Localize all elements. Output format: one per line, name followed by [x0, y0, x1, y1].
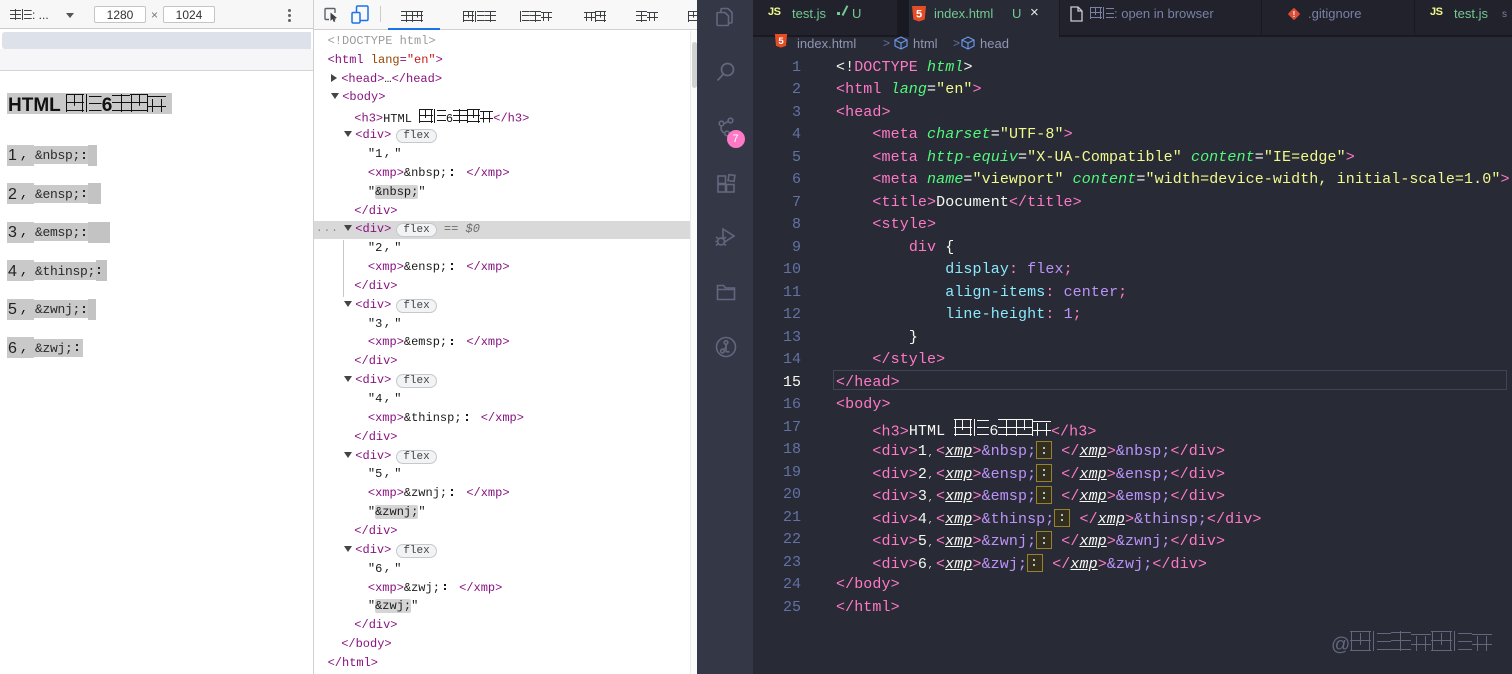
svg-text:5: 5 — [778, 36, 784, 47]
svg-text:5: 5 — [916, 9, 922, 21]
svg-text:!: ! — [1293, 10, 1296, 19]
